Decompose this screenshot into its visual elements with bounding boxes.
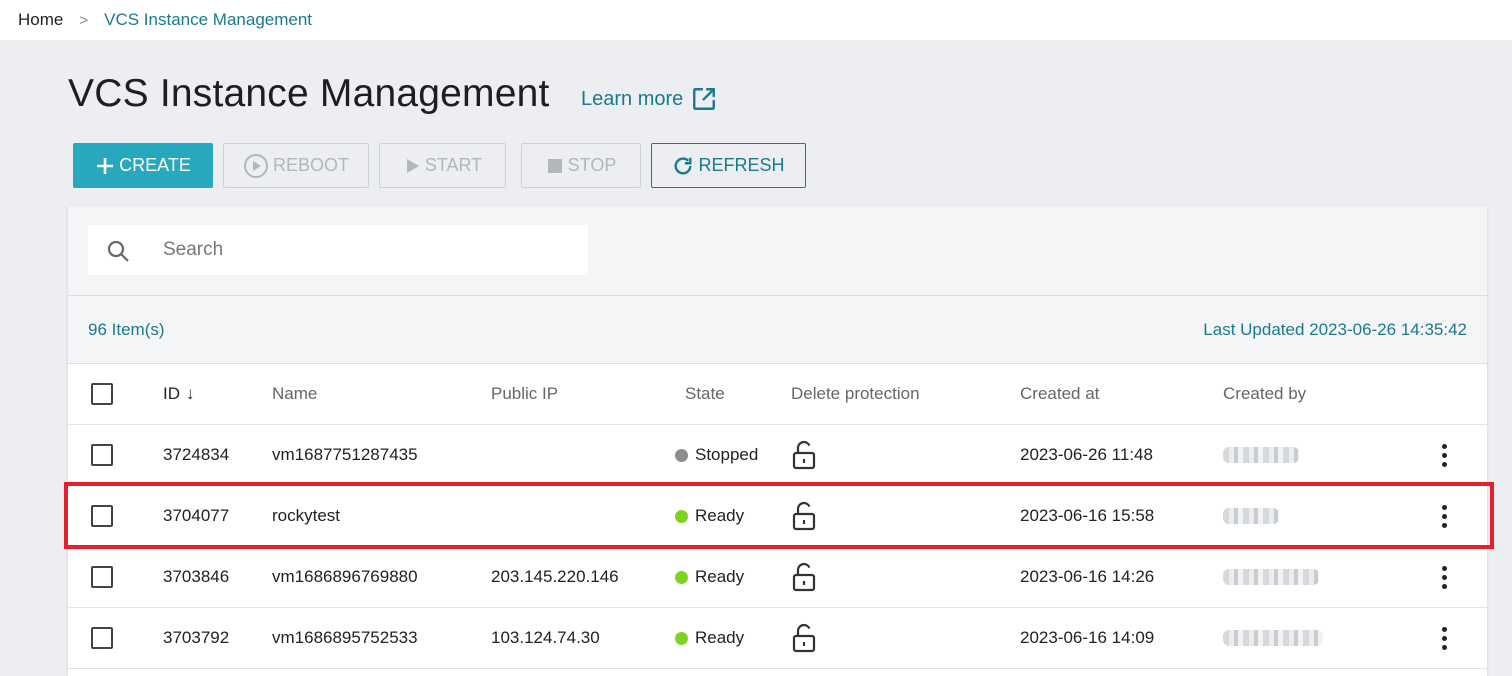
table-row[interactable]: 3703846 vm1686896769880 203.145.220.146 … <box>68 547 1487 608</box>
row-state-label: Ready <box>695 628 745 647</box>
row-state-label: Stopped <box>695 445 759 464</box>
row-created-by <box>1223 547 1319 607</box>
table-row[interactable]: 3703792 vm1686895752533 103.124.74.30 Re… <box>68 608 1487 669</box>
column-created-by-header[interactable]: Created by <box>1223 364 1306 424</box>
refresh-button-label: REFRESH <box>698 155 785 175</box>
status-dot-icon <box>675 570 688 584</box>
row-id: 3704077 <box>163 506 230 525</box>
table-header: ID ↓ Name Public IP State Delete protect… <box>68 364 1487 425</box>
stop-button-label: STOP <box>567 155 617 175</box>
row-created-by <box>1223 425 1299 485</box>
row-created-at: 2023-06-16 14:09 <box>1020 628 1155 647</box>
create-button[interactable]: CREATE <box>73 143 213 188</box>
search-icon <box>107 240 129 262</box>
row-name: vm1686895752533 <box>272 628 418 647</box>
last-updated: Last Updated 2023-06-26 14:35:42 <box>1203 320 1467 339</box>
row-state-label: Ready <box>695 506 745 525</box>
row-name: rockytest <box>272 506 341 525</box>
column-id-label: ID <box>163 384 180 403</box>
row-name: vm1687751287435 <box>272 445 418 464</box>
item-count: 96 Item(s) <box>88 320 165 339</box>
row-created-at: 2023-06-16 14:26 <box>1020 567 1155 586</box>
page-title: VCS Instance Management <box>68 72 550 115</box>
unlock-icon[interactable] <box>791 547 817 607</box>
start-button[interactable]: START <box>379 143 506 188</box>
redacted-user <box>1223 569 1319 585</box>
instances-panel: 96 Item(s) Last Updated 2023-06-26 14:35… <box>68 206 1487 676</box>
stop-icon <box>547 158 562 173</box>
row-more-menu-icon[interactable] <box>1438 443 1450 467</box>
row-created-by <box>1223 608 1323 668</box>
refresh-icon <box>674 156 693 174</box>
column-name-header[interactable]: Name <box>272 364 317 424</box>
unlock-icon[interactable] <box>791 486 817 546</box>
row-state: Ready <box>675 608 744 668</box>
row-checkbox[interactable] <box>91 566 113 588</box>
reboot-button[interactable]: REBOOT <box>223 143 369 188</box>
row-public-ip: 103.124.74.30 <box>491 628 600 647</box>
row-created-at: 2023-06-16 15:58 <box>1020 506 1155 525</box>
unlock-icon[interactable] <box>791 608 817 668</box>
row-public-ip: 203.145.220.146 <box>491 567 619 586</box>
learn-more-label: Learn more <box>581 87 684 110</box>
row-state: Ready <box>675 486 744 546</box>
row-checkbox[interactable] <box>91 444 113 466</box>
redacted-user <box>1223 447 1299 463</box>
unlock-icon[interactable] <box>791 425 817 485</box>
refresh-button[interactable]: REFRESH <box>651 143 806 188</box>
table-row[interactable]: 3724834 vm1687751287435 Stopped 2023-06-… <box>68 425 1487 486</box>
status-dot-icon <box>675 509 688 523</box>
external-link-icon <box>693 88 716 110</box>
learn-more-link[interactable]: Learn more <box>581 86 717 112</box>
column-id-header[interactable]: ID ↓ <box>163 364 195 424</box>
breadcrumb-separator: > <box>79 11 89 29</box>
row-id: 3703846 <box>163 567 230 586</box>
row-checkbox[interactable] <box>91 505 113 527</box>
play-circle-icon <box>243 153 268 178</box>
row-more-menu-icon[interactable] <box>1438 504 1450 528</box>
redacted-user <box>1223 508 1279 524</box>
search-box[interactable] <box>88 225 588 275</box>
row-checkbox[interactable] <box>91 627 113 649</box>
column-public-ip-header[interactable]: Public IP <box>491 364 558 424</box>
row-id: 3703792 <box>163 628 230 647</box>
stop-button[interactable]: STOP <box>521 143 641 188</box>
sort-desc-icon: ↓ <box>186 384 195 403</box>
redacted-user <box>1223 630 1323 646</box>
row-more-menu-icon[interactable] <box>1438 565 1450 589</box>
row-state: Stopped <box>675 425 758 485</box>
search-area <box>68 206 1487 296</box>
start-button-label: START <box>424 155 483 175</box>
create-button-label: CREATE <box>119 155 191 175</box>
play-icon <box>406 158 419 173</box>
table-row[interactable]: 3704077 rockytest Ready 2023-06-16 15:58 <box>68 486 1487 547</box>
row-state-label: Ready <box>695 567 745 586</box>
status-dot-icon <box>675 448 688 462</box>
row-state: Ready <box>675 547 744 607</box>
breadcrumb-current[interactable]: VCS Instance Management <box>104 10 312 30</box>
status-dot-icon <box>675 631 688 645</box>
breadcrumb-home[interactable]: Home <box>18 10 63 30</box>
breadcrumb: Home > VCS Instance Management <box>0 0 1512 40</box>
row-created-by <box>1223 486 1279 546</box>
column-delete-protection-header[interactable]: Delete protection <box>791 364 920 424</box>
column-created-at-header[interactable]: Created at <box>1020 364 1099 424</box>
column-state-header[interactable]: State <box>685 364 725 424</box>
plus-icon <box>97 157 114 174</box>
row-id: 3724834 <box>163 445 230 464</box>
select-all-checkbox[interactable] <box>91 383 113 405</box>
search-input[interactable] <box>163 225 573 275</box>
summary-bar: 96 Item(s) Last Updated 2023-06-26 14:35… <box>68 296 1487 364</box>
row-more-menu-icon[interactable] <box>1438 626 1450 650</box>
row-created-at: 2023-06-26 11:48 <box>1020 445 1153 464</box>
reboot-button-label: REBOOT <box>272 155 349 175</box>
row-name: vm1686896769880 <box>272 567 418 586</box>
